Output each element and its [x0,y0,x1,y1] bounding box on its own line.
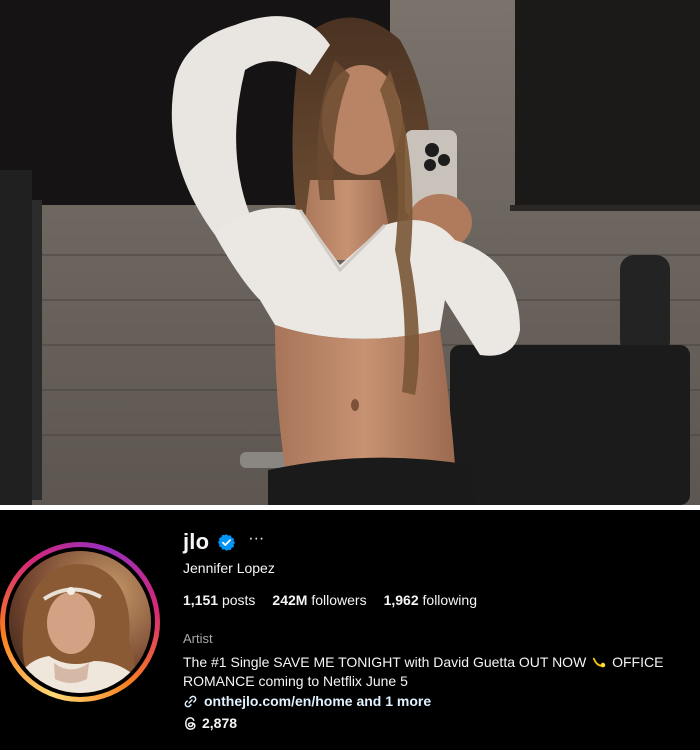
link-text: onthejlo.com/en/home and 1 more [204,693,432,709]
mirror-selfie-image [0,0,700,505]
bio-text-line1: The #1 Single SAVE ME TONIGHT with David… [183,654,587,670]
profile-header: jlo ··· Jennifer Lopez 1,151 posts 242M [0,510,700,750]
followers-stat[interactable]: 242M followers [272,592,366,608]
post-photo[interactable] [0,0,700,505]
bio-text-line1-end: OFFICE [612,654,664,670]
avatar-gap [5,547,155,697]
full-name: Jennifer Lopez [183,560,275,576]
bio-text-line2: ROMANCE coming to Netflix June 5 [183,673,408,689]
comet-emoji-icon [592,655,606,669]
profile-category: Artist [183,631,213,646]
profile-bio: The #1 Single SAVE ME TONIGHT with David… [183,653,683,691]
posts-label: posts [221,592,256,608]
threads-badge[interactable]: 2,878 [183,715,237,731]
posts-count: 1,151 [183,592,219,608]
username: jlo [183,529,210,554]
external-link[interactable]: onthejlo.com/en/home and 1 more [183,693,431,709]
avatar-portrait-image [9,551,151,693]
threads-count: 2,878 [202,715,238,731]
followers-count: 242M [272,592,308,608]
instagram-profile-screenshot: jlo ··· Jennifer Lopez 1,151 posts 242M [0,0,700,750]
posts-stat: 1,151 posts [183,592,255,608]
username-row: jlo ··· [183,527,264,557]
profile-avatar[interactable] [9,551,151,693]
profile-stats: 1,151 posts 242M followers 1,962 followi… [183,592,494,608]
story-ring[interactable] [0,542,160,702]
following-label: following [422,592,477,608]
verified-badge-icon [217,533,236,552]
link-icon [183,694,198,709]
profile-info: jlo ··· Jennifer Lopez 1,151 posts 242M [183,510,693,750]
following-count: 1,962 [383,592,419,608]
following-stat[interactable]: 1,962 following [384,592,477,608]
more-options-icon[interactable]: ··· [248,531,264,553]
followers-label: followers [311,592,367,608]
threads-icon [183,716,198,731]
